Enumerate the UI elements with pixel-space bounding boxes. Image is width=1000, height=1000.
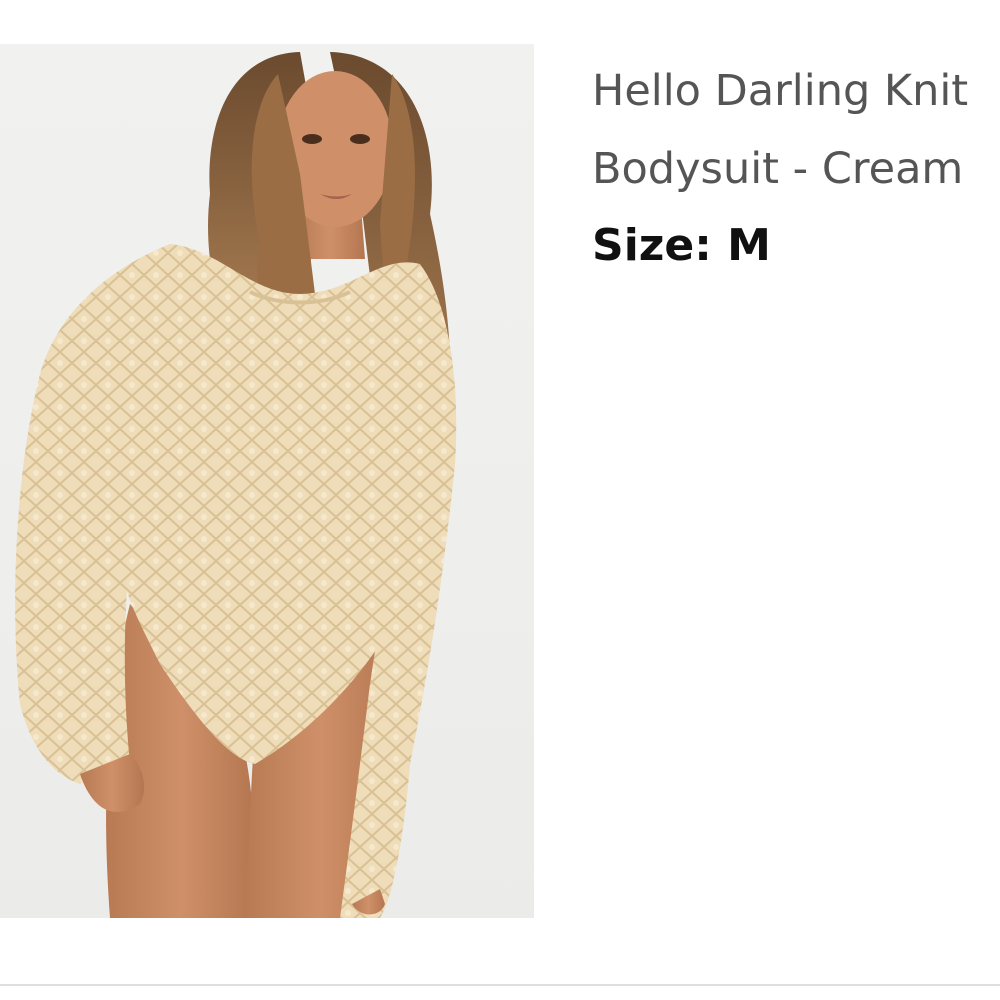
size-info: Size: M xyxy=(592,216,771,276)
product-title-line-1: Hello Darling Knit xyxy=(592,66,969,116)
product-title-line-2: Bodysuit - Cream xyxy=(592,144,964,194)
product-photo[interactable] xyxy=(0,44,534,918)
size-label: Size: xyxy=(592,220,712,271)
size-value: M xyxy=(727,220,771,271)
product-listing-page: Hello Darling Knit Bodysuit - Cream Size… xyxy=(0,0,1000,1000)
model-wearing-bodysuit-image xyxy=(15,52,457,918)
product-title[interactable]: Hello Darling Knit Bodysuit - Cream xyxy=(592,52,1000,208)
divider xyxy=(0,984,1000,986)
